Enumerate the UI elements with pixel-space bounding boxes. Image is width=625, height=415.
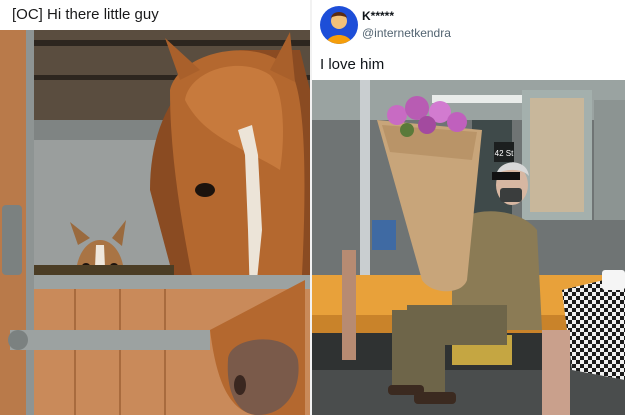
post-title: [OC] Hi there little guy (12, 6, 159, 23)
horse-photo[interactable] (0, 30, 310, 415)
avatar[interactable] (320, 6, 358, 44)
station-badge: 42 St (495, 149, 514, 158)
reddit-post: [OC] Hi there little guy (0, 0, 310, 415)
author-handle[interactable]: @internetkendra (362, 26, 451, 40)
author-name[interactable]: K***** (362, 9, 394, 23)
tweet-photo[interactable]: 42 St (312, 80, 625, 415)
tweet-card: K***** @internetkendra I love him 42 St (312, 0, 625, 415)
tweet-text: I love him (320, 56, 385, 73)
